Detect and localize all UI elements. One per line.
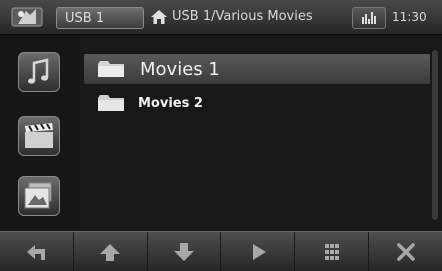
list-item-label: Movies 1 bbox=[140, 58, 220, 80]
file-list: Movies 1 Movies 2 bbox=[84, 50, 430, 231]
media-screen: USB 1 USB 1/Various Movies 11:30 Movies … bbox=[0, 0, 442, 271]
source-tab[interactable]: USB 1 bbox=[56, 7, 144, 29]
arrow-down-icon bbox=[174, 243, 195, 261]
back-arrow-icon bbox=[27, 245, 46, 260]
photo-icon bbox=[24, 182, 52, 209]
top-bar: USB 1 USB 1/Various Movies 11:30 bbox=[0, 0, 442, 35]
music-note-icon bbox=[28, 58, 49, 84]
sidebar-item-movies[interactable] bbox=[18, 116, 60, 156]
home-icon[interactable] bbox=[150, 9, 168, 25]
folder-icon bbox=[98, 61, 124, 77]
back-button[interactable] bbox=[0, 232, 74, 271]
source-sidebar bbox=[0, 35, 80, 231]
list-item[interactable]: Movies 1 bbox=[84, 54, 430, 84]
list-item[interactable]: Movies 2 bbox=[84, 92, 430, 114]
current-path: USB 1/Various Movies bbox=[172, 9, 313, 24]
grid-view-button[interactable] bbox=[295, 232, 370, 271]
grid-icon bbox=[324, 244, 339, 260]
clapperboard-icon bbox=[25, 123, 53, 148]
play-button[interactable] bbox=[221, 232, 296, 271]
scroll-down-button[interactable] bbox=[148, 232, 222, 271]
folder-icon bbox=[98, 95, 124, 111]
equalizer-icon bbox=[362, 12, 376, 24]
clock: 11:30 bbox=[392, 10, 427, 24]
close-icon bbox=[396, 243, 415, 261]
sidebar-item-photos[interactable] bbox=[18, 176, 60, 216]
scrollbar-thumb[interactable] bbox=[432, 50, 438, 220]
arrow-up-icon bbox=[100, 244, 121, 261]
app-logo-icon[interactable] bbox=[10, 5, 44, 29]
sidebar-item-music[interactable] bbox=[18, 52, 60, 92]
list-item-label: Movies 2 bbox=[138, 95, 203, 111]
scroll-up-button[interactable] bbox=[74, 232, 148, 271]
close-button[interactable] bbox=[369, 232, 442, 271]
scrollbar[interactable] bbox=[432, 50, 438, 220]
bottom-toolbar bbox=[0, 231, 442, 271]
play-icon bbox=[252, 244, 266, 260]
equalizer-button[interactable] bbox=[352, 7, 386, 29]
